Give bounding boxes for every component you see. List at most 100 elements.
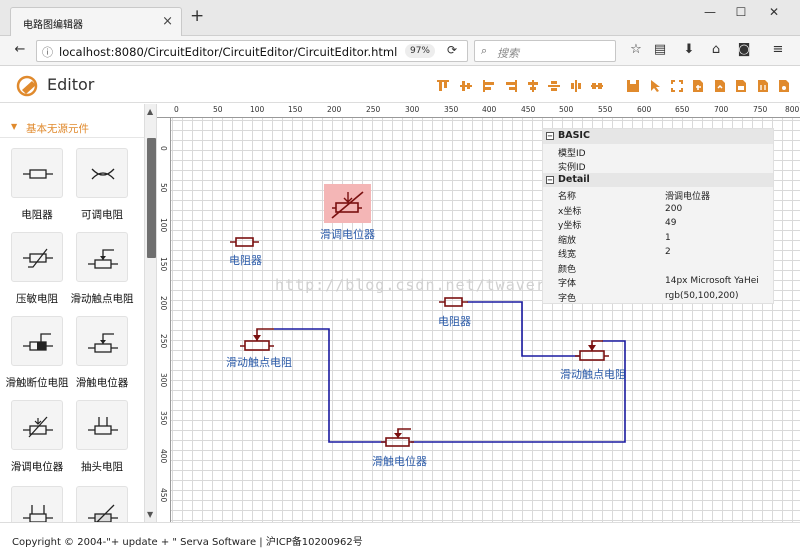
close-tab-icon[interactable]: ×	[162, 14, 173, 29]
collapse-arrow-icon[interactable]: ▼	[11, 122, 17, 131]
property-row[interactable]: 字色 rgb(50,100,200)	[543, 289, 773, 304]
palette-item-tapped-resistor[interactable]	[76, 400, 128, 450]
copyright-text: Copyright © 2004-"+ update + " Serva Sof…	[12, 537, 363, 548]
property-value[interactable]: 滑调电位器	[665, 189, 710, 202]
align-middle-icon[interactable]	[459, 79, 473, 93]
palette-item-slide-off-resistor[interactable]	[11, 316, 63, 366]
palette-scrollbar[interactable]: ▲ ▼	[145, 104, 157, 522]
adjustable-resistor-icon	[91, 168, 115, 180]
export-json-icon[interactable]	[756, 79, 770, 93]
property-sheet: − BASIC 模型ID 实例ID − Detail 名称 滑调电位器 x坐标 20…	[542, 128, 774, 304]
palette-label: 抽头电阻	[81, 461, 123, 473]
search-input[interactable]: ⌕ 搜索	[474, 40, 616, 62]
export-icon[interactable]	[626, 79, 640, 93]
palette-item-resistor[interactable]	[11, 148, 63, 198]
palette-item-varistor[interactable]	[11, 232, 63, 282]
bookmark-star-icon[interactable]: ☆	[626, 42, 646, 60]
minimize-icon[interactable]: —	[700, 5, 720, 23]
resistor-symbol[interactable]	[230, 237, 259, 247]
distribute-center-icon[interactable]	[590, 79, 604, 93]
property-key: 模型ID	[558, 148, 586, 159]
editor-canvas[interactable]: http://blog.csdn.net/twaver 0 50 100 150…	[157, 104, 800, 522]
reload-icon[interactable]: ⟳	[447, 43, 457, 57]
property-key: 颜色	[558, 264, 577, 275]
save-file-icon[interactable]	[713, 79, 727, 93]
palette-group-header[interactable]: ▼ 基本无源元件	[0, 116, 144, 138]
distribute-horizontal-icon[interactable]	[569, 79, 583, 93]
property-value[interactable]: 14px Microsoft YaHei	[665, 276, 759, 286]
new-tab-icon[interactable]: +	[190, 8, 204, 25]
property-row[interactable]: 模型ID	[543, 144, 773, 159]
property-row[interactable]: x坐标 200	[543, 202, 773, 217]
palette-label: 滑触电位器	[75, 377, 129, 389]
palette-item-more-1[interactable]	[11, 486, 63, 522]
collapse-icon[interactable]: −	[546, 175, 554, 184]
palette-item-more-2[interactable]	[76, 486, 128, 522]
palette-label: 滑调电位器	[10, 461, 64, 473]
wire[interactable]	[467, 301, 579, 357]
align-right-icon[interactable]	[504, 79, 518, 93]
reading-list-icon[interactable]: ▤	[650, 42, 670, 60]
component-palette: ▼ 基本无源元件 电阻器 可调电阻 压敏电阻 滑动触点电阻 滑触断位电阻 滑触电…	[0, 104, 145, 522]
property-section-basic[interactable]: − BASIC	[543, 129, 773, 144]
palette-item-trim-potentiometer[interactable]	[11, 400, 63, 450]
property-row[interactable]: y坐标 49	[543, 216, 773, 231]
menu-icon[interactable]: ≡	[768, 42, 788, 60]
pocket-icon[interactable]: ◙	[734, 42, 754, 60]
wire[interactable]	[274, 328, 385, 443]
palette-item-adjustable-resistor[interactable]	[76, 148, 128, 198]
varistor-icon	[23, 248, 53, 268]
property-value[interactable]: 2	[665, 247, 671, 257]
search-icon: ⌕	[481, 44, 488, 57]
component-label[interactable]: 电阻器	[229, 252, 262, 268]
scroll-down-icon[interactable]: ▼	[147, 510, 153, 519]
component-label[interactable]: 电阻器	[438, 313, 471, 329]
property-section-detail[interactable]: − Detail	[543, 172, 773, 187]
property-value[interactable]: 49	[665, 218, 676, 228]
home-icon[interactable]: ⌂	[706, 42, 726, 60]
export-image-icon[interactable]	[734, 79, 748, 93]
fullscreen-icon[interactable]	[670, 79, 684, 93]
property-row[interactable]: 名称 滑调电位器	[543, 187, 773, 202]
wire[interactable]	[411, 340, 626, 443]
close-window-icon[interactable]: ✕	[764, 5, 784, 23]
trim-potentiometer-icon	[23, 416, 53, 438]
url-text: localhost:8080/CircuitEditor/CircuitEdit…	[59, 45, 398, 59]
property-value[interactable]: rgb(50,100,200)	[665, 291, 739, 301]
zoom-indicator[interactable]: 97%	[405, 44, 435, 58]
maximize-icon[interactable]: ☐	[731, 5, 751, 23]
property-value[interactable]: 1	[665, 233, 671, 243]
property-row[interactable]: 颜色	[543, 260, 773, 275]
property-value[interactable]: 200	[665, 204, 682, 214]
download-icon[interactable]: ⬇	[679, 42, 699, 60]
distribute-vertical-icon[interactable]	[547, 79, 561, 93]
open-file-icon[interactable]	[691, 79, 705, 93]
component-label[interactable]: 滑触电位器	[372, 453, 427, 469]
component-label[interactable]: 滑动触点电阻	[226, 354, 292, 370]
palette-item-slide-potentiometer[interactable]	[76, 316, 128, 366]
select-icon[interactable]	[649, 79, 663, 93]
info-icon[interactable]: ⓘ	[42, 44, 53, 60]
settings-file-icon[interactable]	[777, 79, 791, 93]
property-row[interactable]: 线宽 2	[543, 245, 773, 260]
sliding-contact-resistor-symbol[interactable]	[240, 328, 274, 351]
address-bar[interactable]: ⓘ localhost:8080/CircuitEditor/CircuitEd…	[36, 40, 468, 62]
align-left-icon[interactable]	[482, 79, 496, 93]
sliding-contact-resistor-symbol[interactable]	[575, 340, 609, 361]
resistor-symbol[interactable]	[439, 297, 468, 307]
align-top-icon[interactable]	[436, 79, 450, 93]
component-label[interactable]: 滑调电位器	[320, 226, 375, 242]
property-row[interactable]: 字体 14px Microsoft YaHei	[543, 274, 773, 289]
scroll-up-icon[interactable]: ▲	[147, 107, 153, 116]
app-header: Editor	[0, 67, 800, 103]
palette-item-sliding-contact-resistor[interactable]	[76, 232, 128, 282]
collapse-icon[interactable]: −	[546, 132, 554, 140]
property-row[interactable]: 实例ID	[543, 158, 773, 173]
back-icon[interactable]: ←	[10, 42, 30, 60]
property-row[interactable]: 缩放 1	[543, 231, 773, 246]
slide-potentiometer-symbol[interactable]	[381, 428, 414, 447]
component-label[interactable]: 滑动触点电阻	[560, 366, 626, 382]
scrollbar-thumb[interactable]	[147, 138, 156, 258]
browser-tab[interactable]: 电路图编辑器 ×	[10, 7, 182, 36]
align-center-icon[interactable]	[526, 79, 540, 93]
